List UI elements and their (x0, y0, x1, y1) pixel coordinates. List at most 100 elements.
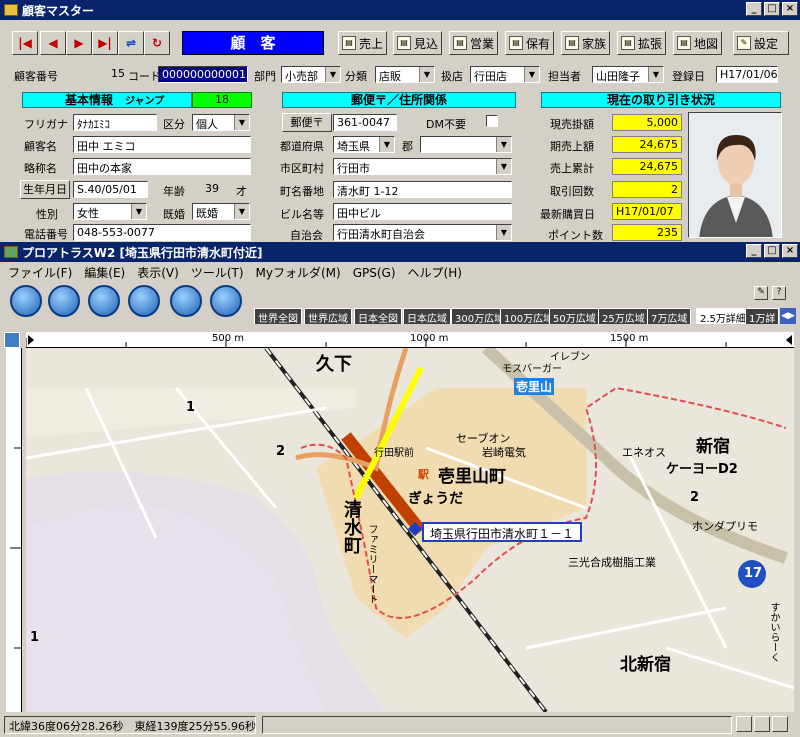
age-label: 年齢 (163, 185, 185, 198)
minimize-button[interactable]: _ (746, 244, 762, 258)
menu-view[interactable]: 表示(V) (137, 266, 179, 280)
customer-window-titlebar: 顧客マスター _ □ × (0, 0, 800, 20)
scale-tab[interactable]: 世界全図 (254, 308, 302, 325)
holdings-button[interactable]: ▤ 保有 (505, 31, 555, 55)
map-label: 壱里山町 (438, 467, 506, 487)
assoc-select[interactable]: 行田清水町自治会 (333, 224, 512, 241)
business-button[interactable]: ▤ 営業 (449, 31, 499, 55)
birthdate-button[interactable]: 生年月日 (20, 180, 70, 199)
town-field[interactable]: 清水町 1-12 (333, 181, 512, 198)
menu-gps[interactable]: GPS(G) (353, 266, 396, 280)
code-field[interactable]: 0000000000015 (158, 66, 248, 83)
prev-record-button[interactable]: ◀ (40, 31, 66, 55)
settings-button[interactable]: ✎ 設定 (733, 31, 789, 55)
map-button[interactable]: ▤ 地図 (673, 31, 723, 55)
scale-tab[interactable]: 50万広域 (549, 308, 600, 325)
binoculars-icon[interactable] (10, 285, 42, 317)
menu-myfolder[interactable]: Myフォルダ(M) (256, 266, 341, 280)
globe-icon[interactable] (754, 716, 770, 732)
scale-tab[interactable]: 25万広域 (598, 308, 649, 325)
close-button[interactable]: × (782, 244, 798, 258)
compass-icon[interactable] (48, 285, 80, 317)
married-select[interactable]: 既婚 (192, 203, 250, 220)
status-label: ポイント数 (548, 229, 603, 242)
last-record-button[interactable]: ▶| (92, 31, 118, 55)
search-icon[interactable]: ⇌ (118, 31, 144, 55)
tool-icon[interactable]: ✎ (754, 286, 768, 300)
scale-tab-active[interactable]: 2.5万詳細 (696, 308, 750, 325)
map-label: ファミリーマート (366, 524, 377, 604)
menu-tools[interactable]: ツール(T) (191, 266, 244, 280)
birthdate-field[interactable]: S.40/05/01 (73, 181, 148, 198)
kubun-select[interactable]: 個人 (192, 114, 250, 131)
scale-tab[interactable]: 日本広域 (403, 308, 451, 325)
home-icon[interactable] (210, 285, 242, 317)
prospect-button[interactable]: ▤ 見込 (393, 31, 443, 55)
store-select[interactable]: 行田店 (470, 66, 540, 83)
maximize-button[interactable]: □ (764, 2, 780, 16)
scale-tab[interactable]: 日本全図 (354, 308, 402, 325)
grid-icon[interactable] (772, 716, 788, 732)
furigana-field[interactable]: ﾀﾅｶｴﾐｺ (73, 114, 157, 131)
menu-file[interactable]: ファイル(F) (8, 266, 72, 280)
pref-select[interactable]: 埼玉県 (333, 136, 395, 153)
status-label: 売上累計 (550, 162, 594, 175)
scale-tab[interactable]: 世界広域 (304, 308, 352, 325)
family-button[interactable]: ▤ 家族 (561, 31, 611, 55)
help-icon[interactable]: ? (772, 286, 786, 300)
menu-help[interactable]: ヘルプ(H) (408, 266, 462, 280)
map-label: すかいらーく (768, 602, 779, 662)
city-select[interactable]: 行田市 (333, 158, 512, 175)
status-value: 235 (612, 224, 682, 241)
sex-label: 性別 (36, 208, 58, 221)
gun-select[interactable] (420, 136, 512, 153)
zip-button[interactable]: 郵便〒 (282, 113, 332, 132)
scale-tab[interactable]: 7万広域 (647, 308, 692, 325)
maximize-button[interactable]: □ (764, 244, 780, 258)
address-header: 郵便〒／住所関係 (282, 92, 516, 108)
status-value: 24,675 (612, 158, 682, 175)
sex-select[interactable]: 女性 (73, 203, 147, 220)
coordinates-readout: 北緯36度06分28.26秒 東経139度25分55.96秒 (4, 716, 256, 734)
code-label: コード (128, 70, 161, 83)
name-field[interactable]: 田中 エミコ (73, 136, 251, 153)
scroll-tabs-icon[interactable]: ◀▶ (780, 308, 796, 324)
staff-select[interactable]: 山田隆子 (592, 66, 664, 83)
assoc-label: 自治会 (290, 229, 323, 242)
class-select[interactable]: 店販 (375, 66, 435, 83)
cust-no-value: 15 (72, 66, 128, 83)
scale-tab[interactable]: 1万詳 (745, 308, 779, 324)
furigana-label: フリガナ (24, 118, 68, 131)
map-canvas[interactable]: 久下 1 2 清水町 ファミリーマート 行田駅前 駅 壱里山町 ぎょうだ セーブ… (26, 348, 794, 712)
tel-field[interactable]: 048-553-0077 (73, 224, 251, 241)
layer-icon[interactable] (736, 716, 752, 732)
zip-field[interactable]: 361-0047 (333, 114, 397, 131)
ruler-label: 500 m (212, 333, 245, 344)
printer-icon[interactable] (88, 285, 120, 317)
bldg-field[interactable]: 田中ビル (333, 203, 512, 220)
next-record-button[interactable]: ▶ (66, 31, 92, 55)
pen-icon[interactable] (170, 285, 202, 317)
app-icon (4, 4, 18, 16)
frame-icon[interactable] (128, 285, 160, 317)
cust-no-label: 顧客番号 (14, 70, 58, 83)
menu-edit[interactable]: 編集(E) (84, 266, 125, 280)
ruler-corner-icon[interactable] (4, 332, 20, 348)
status-value: H17/01/07 (612, 203, 682, 220)
minimize-button[interactable]: _ (746, 2, 762, 16)
dm-checkbox[interactable] (486, 115, 498, 127)
ruler-label: 1500 m (610, 333, 649, 344)
wrench-icon: ✎ (737, 36, 751, 50)
first-record-button[interactable]: |◀ (12, 31, 38, 55)
map-label: 新宿 (696, 437, 730, 457)
status-value: 5,000 (612, 114, 682, 131)
sales-button[interactable]: ▤ 売上 (338, 31, 388, 55)
reg-date-field[interactable]: H17/01/06 (716, 66, 778, 83)
close-button[interactable]: × (782, 2, 798, 16)
pref-label: 都道府県 (280, 140, 324, 153)
short-name-field[interactable]: 田中の本家 (73, 158, 251, 175)
extend-button[interactable]: ▤ 拡張 (617, 31, 667, 55)
refresh-icon[interactable]: ↻ (144, 31, 170, 55)
dept-select[interactable]: 小売部 (281, 66, 341, 83)
jump-value[interactable]: 18 (192, 92, 252, 108)
